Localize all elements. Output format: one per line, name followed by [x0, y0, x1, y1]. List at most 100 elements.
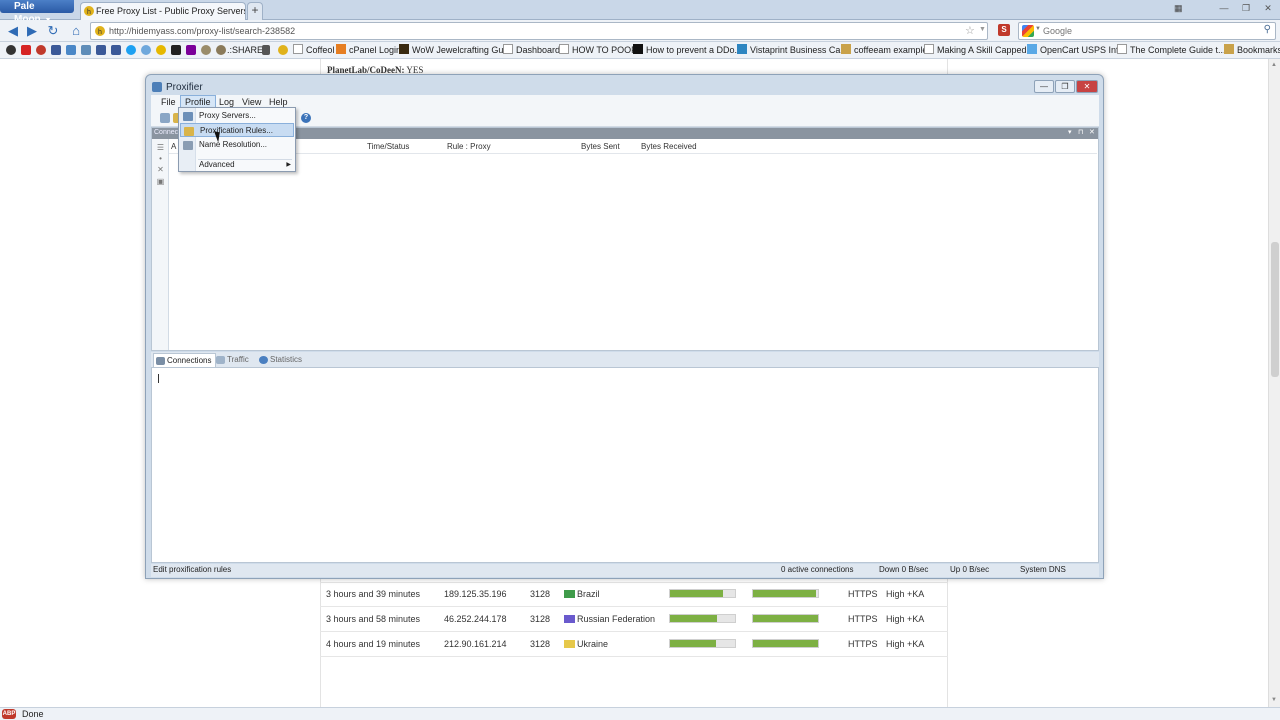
pin-icon[interactable]: ⊓: [1078, 128, 1083, 138]
bookmarks-menu[interactable]: Bookmarks: [1224, 44, 1280, 56]
chevron-down-icon[interactable]: ▼: [979, 26, 986, 33]
status-bar: Edit proxification rules 0 active connec…: [151, 564, 1099, 577]
bookmark-ddos[interactable]: How to prevent a DDo...: [633, 44, 742, 56]
bookmark-vistaprint[interactable]: Vistaprint Business Car...: [737, 44, 850, 56]
connection-time-bar: [752, 639, 819, 648]
speed-bar: [669, 614, 736, 623]
adblock-status-icon[interactable]: ABP: [2, 709, 16, 719]
browser-status-bar: ABP Done: [0, 707, 1280, 720]
scroll-up-icon[interactable]: ▲: [1271, 62, 1277, 68]
pencil-icon[interactable]: [262, 45, 270, 55]
log-textarea[interactable]: [151, 367, 1099, 563]
bookmarks-folder-icon: [1224, 44, 1234, 54]
column-header-bytes-received[interactable]: Bytes Received: [641, 141, 697, 153]
window-title: Proxifier: [166, 82, 203, 93]
ip-address-cell: 189.125.35.196: [444, 589, 507, 599]
ip-address-cell: 46.252.244.178: [444, 614, 507, 624]
window-minimize-button[interactable]: —: [1216, 3, 1232, 14]
reload-icon[interactable]: ↻: [45, 23, 61, 39]
list-icon[interactable]: ☰: [156, 143, 165, 152]
cpanel-icon: [336, 44, 346, 54]
search-bar[interactable]: ▼ ⚲: [1018, 22, 1276, 40]
chevron-down-icon[interactable]: ▾: [1068, 128, 1072, 138]
menu-item-name-resolution[interactable]: Name Resolution...: [180, 138, 294, 152]
search-input[interactable]: [1043, 24, 1253, 38]
search-icon[interactable]: ⚲: [1264, 24, 1271, 35]
bookmark-dashboard[interactable]: Dashboard: [503, 44, 560, 56]
window-maximize-button[interactable]: ❐: [1238, 3, 1254, 14]
proxifier-close-button[interactable]: ✕: [1076, 80, 1098, 93]
bookmark-icon[interactable]: [81, 45, 91, 55]
close-icon[interactable]: ✕: [1089, 128, 1095, 138]
help-icon[interactable]: ?: [301, 113, 311, 123]
bookmark-icon[interactable]: [36, 45, 46, 55]
tab-connections[interactable]: Connections: [153, 353, 217, 367]
bookmark-label: Coffeol: [306, 45, 335, 55]
back-icon[interactable]: ◀: [5, 23, 21, 39]
tab-title: Free Proxy List - Public Proxy Servers (…: [96, 6, 246, 16]
window-close-button[interactable]: ✕: [1260, 3, 1276, 14]
bookmark-opencart[interactable]: OpenCart USPS Info: [1027, 44, 1124, 56]
bookmark-coffeeam[interactable]: coffeeam example: [841, 44, 927, 56]
bookmark-label: How to prevent a DDo...: [646, 45, 743, 55]
new-tab-button[interactable]: +: [247, 2, 263, 20]
bookmark-wow[interactable]: WoW Jewelcrafting Gu...: [399, 44, 511, 56]
cross-icon[interactable]: ✕: [156, 165, 165, 174]
proxifier-minimize-button[interactable]: —: [1034, 80, 1054, 93]
url-bar[interactable]: h ☆ ▼: [90, 22, 988, 40]
menu-item-proxy-servers[interactable]: Proxy Servers...: [180, 109, 294, 123]
yahoo-icon[interactable]: [186, 45, 196, 55]
facebook-icon[interactable]: [111, 45, 121, 55]
amazon-icon[interactable]: [171, 45, 181, 55]
bookmark-icon[interactable]: [6, 45, 16, 55]
menu-file[interactable]: File: [157, 96, 180, 108]
scroll-down-icon[interactable]: ▼: [1271, 697, 1277, 703]
speed-bar: [669, 639, 736, 648]
copy-icon[interactable]: ▣: [156, 177, 165, 186]
column-header-time-status[interactable]: Time/Status: [367, 141, 409, 153]
youtube-icon[interactable]: [21, 45, 31, 55]
chevron-down-icon[interactable]: ▼: [1035, 26, 1041, 32]
open-profile-icon[interactable]: [160, 113, 170, 123]
tab-active[interactable]: h Free Proxy List - Public Proxy Servers…: [80, 2, 246, 20]
menu-item-label: Proxy Servers...: [199, 111, 256, 120]
tab-statistics[interactable]: Statistics: [257, 353, 306, 367]
navigation-toolbar: ◀ ▶ ↻ ⌂ h ☆ ▼ S ▼ ⚲: [0, 20, 1280, 42]
twitter-icon[interactable]: [126, 45, 136, 55]
bookmark-icon[interactable]: [278, 45, 288, 55]
bookmark-how-to-poop[interactable]: HOW TO POOP: [559, 44, 637, 56]
bookmark-icon[interactable]: [96, 45, 106, 55]
maximize-icon: ❐: [1241, 3, 1251, 13]
home-icon[interactable]: ⌂: [68, 23, 84, 39]
tab-traffic[interactable]: Traffic: [214, 353, 253, 367]
menu-item-proxification-rules[interactable]: Proxification Rules...: [180, 123, 294, 137]
bookmark-cpanel[interactable]: cPanel Login: [336, 44, 401, 56]
list-all-tabs-icon[interactable]: ▦: [1174, 3, 1183, 14]
dot-icon[interactable]: •: [156, 154, 165, 163]
bookmark-icon[interactable]: [201, 45, 211, 55]
bookmark-complete-guide[interactable]: The Complete Guide t...: [1117, 44, 1226, 56]
bookmark-icon[interactable]: [141, 45, 151, 55]
bookmark-label: coffeeam example: [854, 45, 928, 55]
column-header-application[interactable]: A: [171, 141, 176, 153]
menu-item-advanced[interactable]: Advanced ▶: [180, 158, 294, 172]
url-input[interactable]: [109, 24, 949, 38]
column-header-rule-proxy[interactable]: Rule : Proxy: [447, 141, 491, 153]
connections-icon: [156, 357, 165, 365]
bookmark-icon[interactable]: [156, 45, 166, 55]
page-scrollbar[interactable]: ▲ ▼: [1268, 59, 1280, 707]
country-cell: Ukraine: [577, 639, 609, 649]
column-header-bytes-sent[interactable]: Bytes Sent: [581, 141, 620, 153]
bookmark-skill-capped[interactable]: Making A Skill Capped...: [924, 44, 1034, 56]
bookmark-icon[interactable]: [216, 45, 226, 55]
proxy-type-cell: HTTPS: [848, 589, 878, 599]
bookmark-star-icon[interactable]: ☆: [965, 24, 975, 37]
adblock-extension-icon[interactable]: S: [998, 24, 1010, 36]
bookmark-icon[interactable]: [66, 45, 76, 55]
scrollbar-thumb[interactable]: [1271, 242, 1279, 377]
app-menu-button[interactable]: Pale Moon▼: [0, 0, 74, 25]
bookmark-coffeol[interactable]: Coffeol: [293, 44, 334, 56]
forward-icon[interactable]: ▶: [24, 23, 40, 39]
bookmark-icon[interactable]: [51, 45, 61, 55]
proxifier-maximize-button[interactable]: ❐: [1055, 80, 1075, 93]
